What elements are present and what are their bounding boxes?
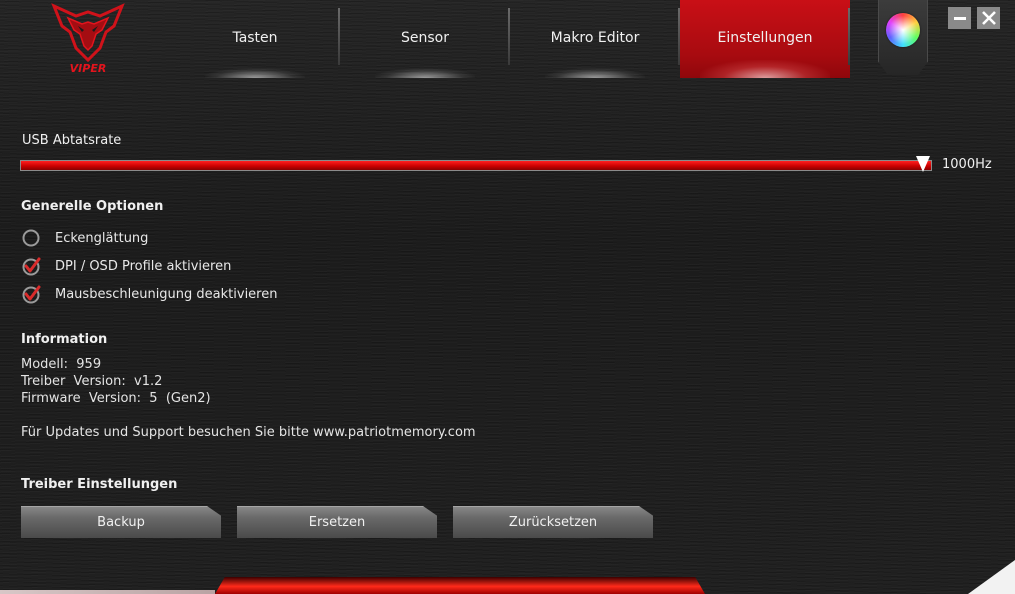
option-label: DPI / OSD Profile aktivieren bbox=[55, 258, 232, 274]
tab-glow bbox=[205, 68, 305, 78]
color-wheel-icon bbox=[886, 13, 920, 47]
usb-rate-slider-fill bbox=[21, 161, 931, 170]
tab-einstellungen[interactable]: Einstellungen bbox=[680, 0, 850, 78]
tab-tasten[interactable]: Tasten bbox=[170, 0, 340, 78]
option-mausbeschleunigung[interactable]: Mausbeschleunigung deaktivieren bbox=[21, 284, 277, 304]
minimize-button[interactable] bbox=[948, 7, 971, 29]
tab-label: Tasten bbox=[232, 30, 278, 46]
logo-text: VIPER bbox=[70, 62, 107, 74]
tab-label: Sensor bbox=[401, 30, 449, 46]
info-driver-version: Treiber Version: v1.2 bbox=[21, 374, 163, 389]
tab-glow bbox=[545, 68, 645, 78]
radio-unchecked-icon bbox=[22, 229, 40, 247]
usb-rate-slider-thumb[interactable] bbox=[916, 156, 930, 172]
backup-button[interactable]: Backup bbox=[21, 506, 221, 538]
tab-sensor[interactable]: Sensor bbox=[340, 0, 510, 78]
minimize-icon bbox=[953, 17, 966, 20]
color-picker-button[interactable] bbox=[878, 0, 928, 75]
usb-rate-label: USB Abtatsrate bbox=[22, 133, 122, 148]
general-options-heading: Generelle Optionen bbox=[21, 199, 164, 214]
info-support-text: Für Updates und Support besuchen Sie bit… bbox=[21, 425, 476, 440]
checkmark-checked-icon bbox=[22, 257, 41, 276]
usb-rate-value: 1000Hz bbox=[942, 157, 992, 172]
app-window: VIPER Tasten Sensor Makro Editor Einstel… bbox=[0, 0, 1015, 594]
close-button[interactable] bbox=[977, 7, 1000, 29]
bottom-glow-bar bbox=[215, 577, 705, 594]
information-heading: Information bbox=[21, 332, 108, 347]
option-eckenglaettung[interactable]: Eckenglättung bbox=[21, 228, 148, 248]
viper-logo: VIPER bbox=[48, 2, 128, 74]
tab-separator bbox=[848, 8, 850, 65]
usb-rate-slider[interactable] bbox=[20, 160, 932, 171]
option-label: Eckenglättung bbox=[55, 230, 149, 246]
corner-decoration bbox=[968, 560, 1015, 594]
replace-button[interactable]: Ersetzen bbox=[237, 506, 437, 538]
option-label: Mausbeschleunigung deaktivieren bbox=[55, 286, 278, 302]
tab-glow bbox=[375, 68, 475, 78]
main-tabs: Tasten Sensor Makro Editor Einstellungen bbox=[170, 0, 850, 78]
option-dpi-osd-profile[interactable]: DPI / OSD Profile aktivieren bbox=[21, 256, 231, 276]
tab-label: Einstellungen bbox=[717, 30, 813, 46]
tab-glow bbox=[700, 60, 830, 78]
tab-label: Makro Editor bbox=[550, 30, 640, 46]
info-model: Modell: 959 bbox=[21, 357, 102, 372]
tab-makro-editor[interactable]: Makro Editor bbox=[510, 0, 680, 78]
bottom-strip bbox=[0, 590, 215, 594]
close-icon bbox=[981, 11, 996, 25]
viper-logo-graphic: VIPER bbox=[51, 3, 125, 74]
checkmark-checked-icon bbox=[22, 285, 41, 304]
driver-settings-heading: Treiber Einstellungen bbox=[21, 477, 178, 492]
info-firmware-version: Firmware Version: 5 (Gen2) bbox=[21, 391, 211, 406]
reset-button[interactable]: Zurücksetzen bbox=[453, 506, 653, 538]
